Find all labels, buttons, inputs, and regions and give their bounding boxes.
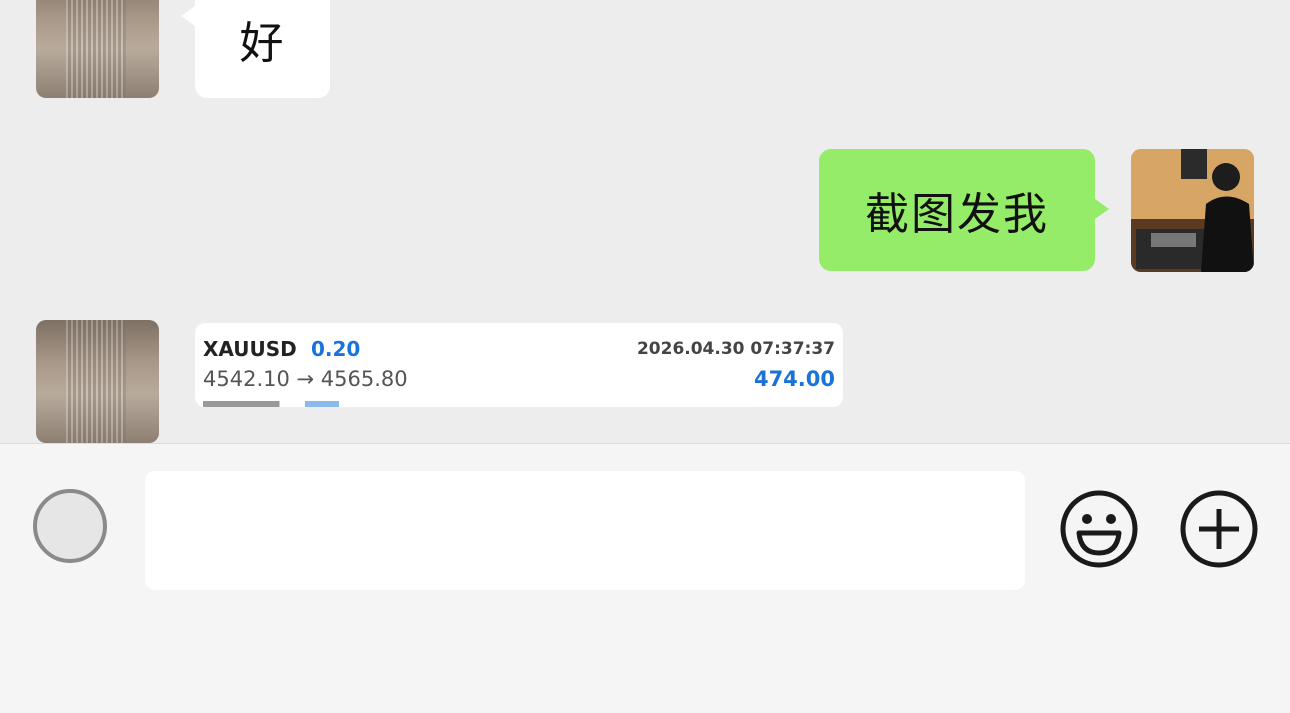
voice-icon[interactable] <box>33 489 107 563</box>
trade-detail-row: 4542.10 → 4565.80 474.00 <box>203 367 835 393</box>
emoji-icon[interactable] <box>1059 489 1139 569</box>
person-at-laptop-icon <box>1131 149 1254 272</box>
trade-header-row: XAUUSD 0.20 2026.04.30 07:37:37 <box>203 337 835 361</box>
trade-symbol: XAUUSD <box>203 337 297 361</box>
message-text: 好 <box>239 18 286 69</box>
trade-prices: 4542.10 → 4565.80 <box>203 367 408 391</box>
chat-screen: 好 截图发我 XAUUSD 0.20 2026.04.30 07:37:37 4… <box>0 0 1290 713</box>
contact-avatar[interactable] <box>36 0 159 98</box>
trade-screenshot-image[interactable]: XAUUSD 0.20 2026.04.30 07:37:37 4542.10 … <box>195 323 843 407</box>
message-text: 截图发我 <box>865 189 1049 240</box>
trade-lot: 0.20 <box>311 337 361 361</box>
next-trade-row-peek <box>203 401 373 407</box>
message-bubble-received[interactable]: 好 <box>181 0 330 98</box>
trade-profit: 474.00 <box>753 367 835 391</box>
trade-time: 2026.04.30 07:37:37 <box>636 339 835 359</box>
self-avatar[interactable] <box>1131 149 1254 272</box>
plus-icon[interactable] <box>1179 489 1259 569</box>
input-toolbar <box>0 443 1290 713</box>
message-input[interactable] <box>145 471 1025 590</box>
message-bubble-sent[interactable]: 截图发我 <box>819 149 1109 271</box>
message-list[interactable]: 好 截图发我 XAUUSD 0.20 2026.04.30 07:37:37 4… <box>0 0 1290 443</box>
contact-avatar[interactable] <box>36 320 159 443</box>
